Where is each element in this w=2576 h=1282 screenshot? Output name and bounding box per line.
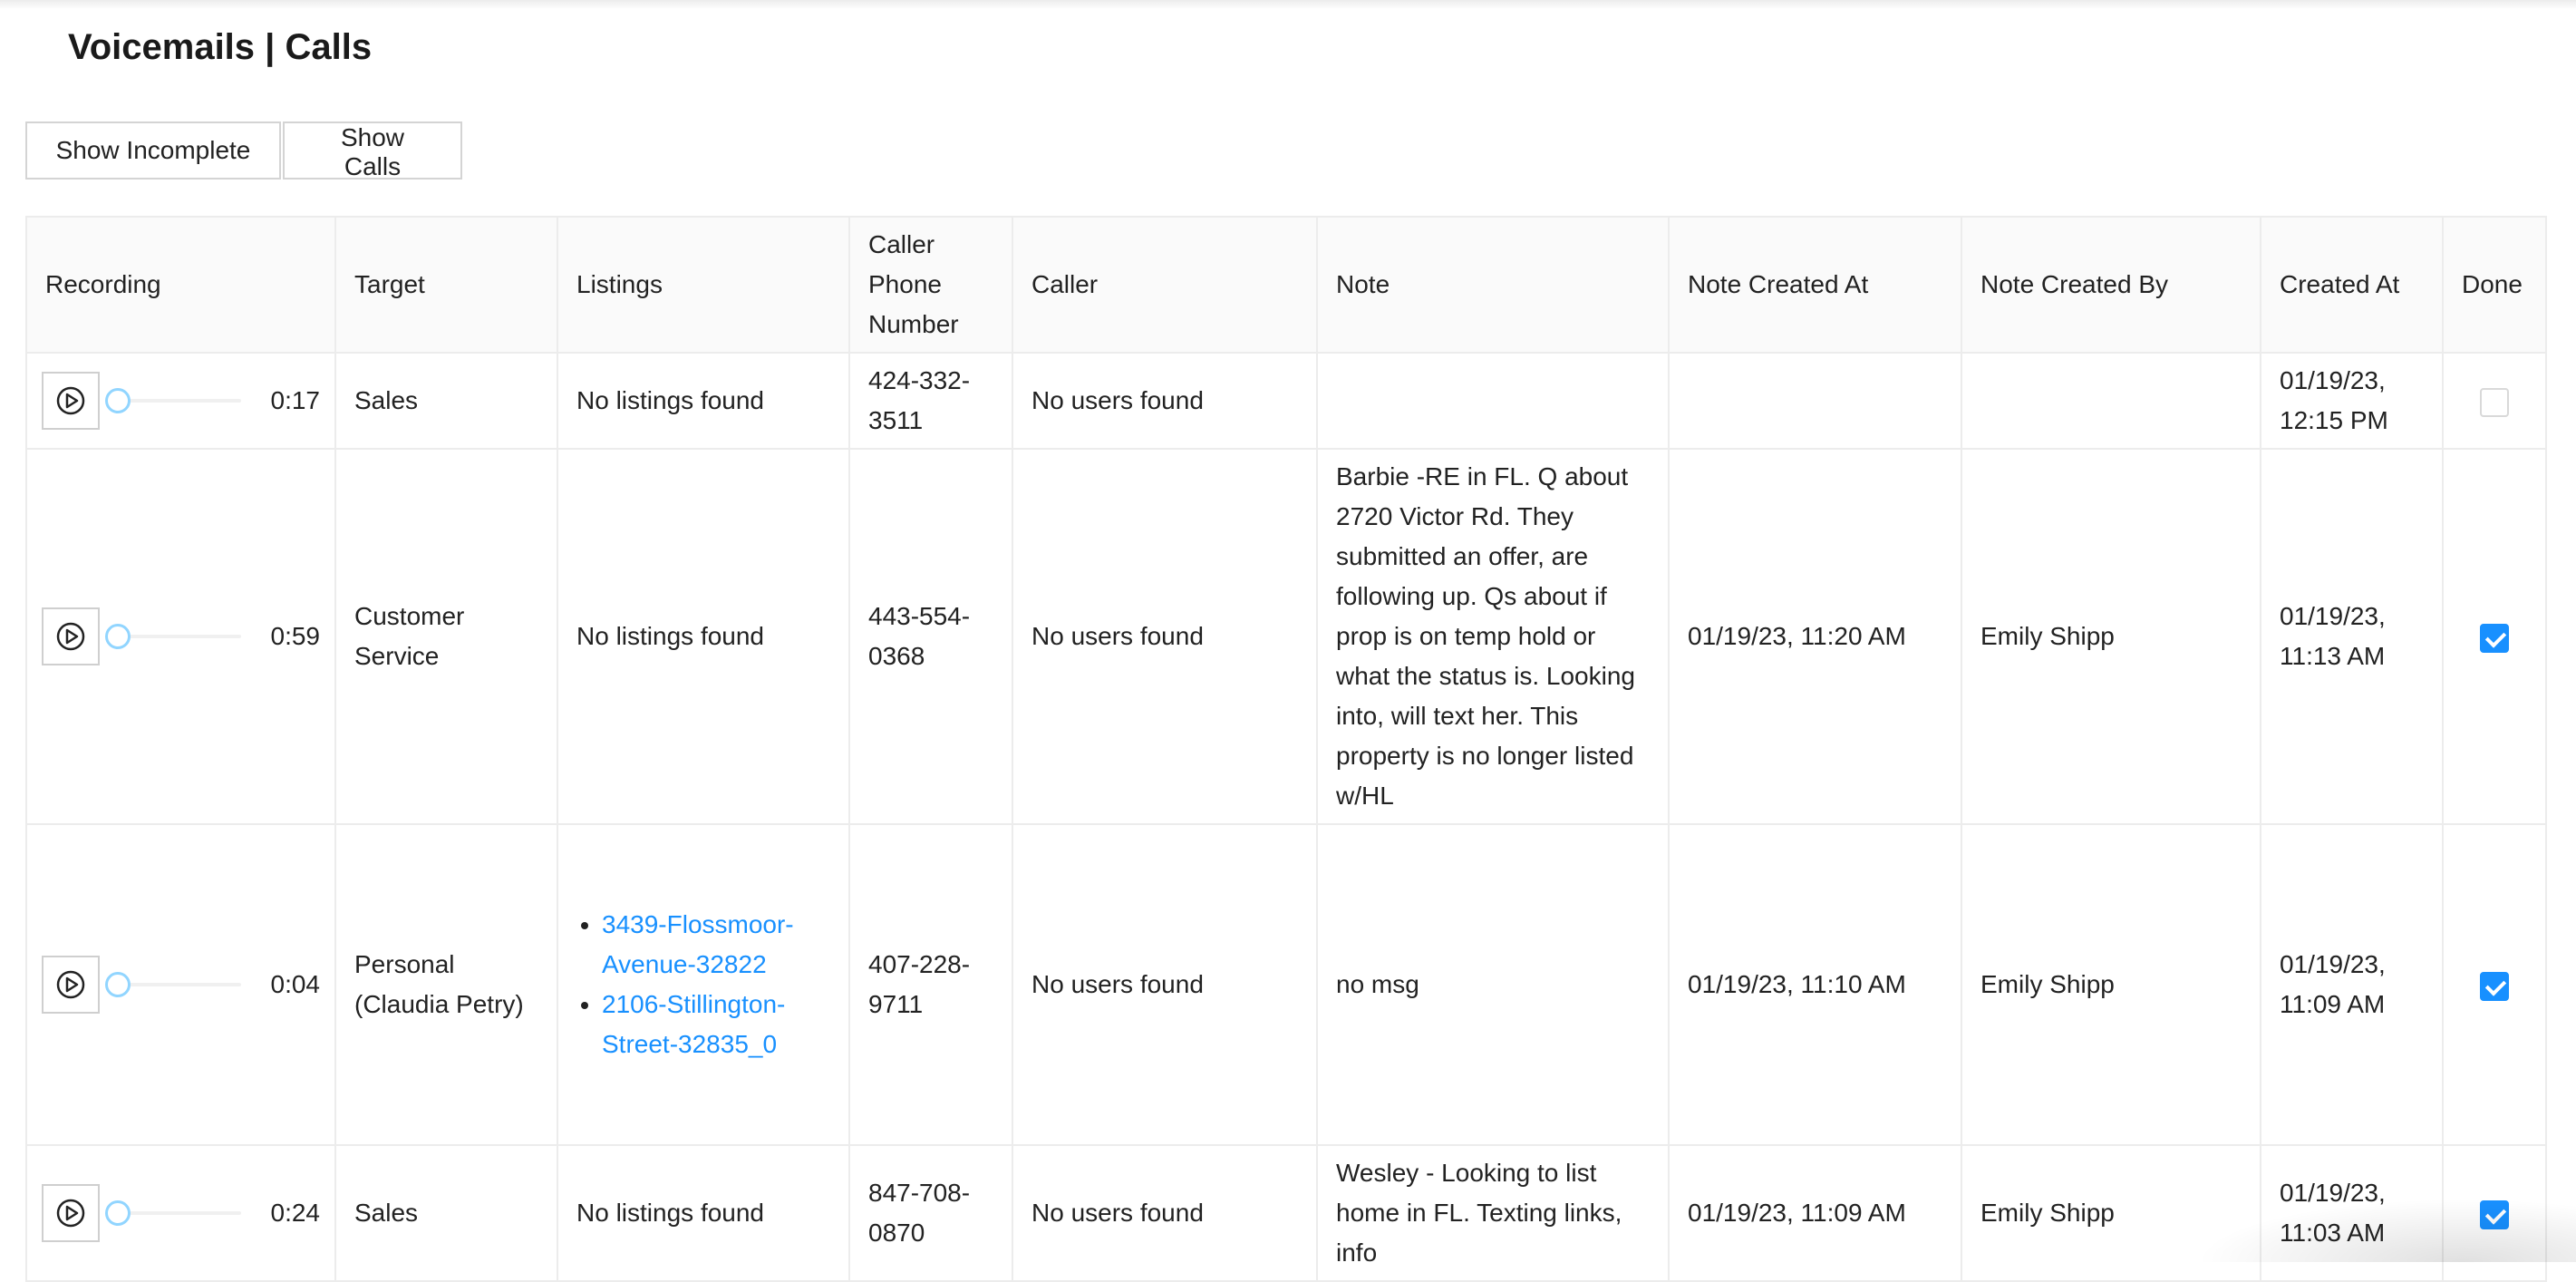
recording-duration: 0:17	[270, 386, 321, 414]
note-created-at-cell	[1668, 352, 1962, 450]
note-created-at-cell: 01/19/23, 11:10 AM	[1668, 823, 1962, 1146]
table-row: 0:24 Sales No listings found 847-708-087…	[25, 1144, 2547, 1282]
play-button[interactable]	[42, 956, 100, 1014]
table-header: Recording Target Listings Caller Phone N…	[25, 216, 2547, 354]
audio-progress-slider[interactable]	[105, 1195, 241, 1231]
recording-cell: 0:59	[25, 448, 336, 825]
note-created-at-cell: 01/19/23, 11:09 AM	[1668, 1144, 1962, 1282]
target-cell: Sales	[334, 1144, 558, 1282]
play-circle-icon	[56, 622, 85, 651]
slider-handle[interactable]	[105, 972, 131, 997]
audio-player: 0:04	[42, 956, 320, 1014]
listing-item: 2106-Stillington-Street-32835_0	[602, 985, 830, 1064]
audio-progress-slider[interactable]	[105, 383, 241, 419]
slider-handle[interactable]	[105, 388, 131, 413]
slider-track	[118, 983, 241, 986]
show-calls-button[interactable]: Show Calls	[283, 121, 462, 180]
caller-phone-cell: 424-332-3511	[848, 352, 1013, 450]
header-note-created-at: Note Created At	[1668, 216, 1962, 354]
recording-cell: 0:17	[25, 352, 336, 450]
done-checkbox[interactable]	[2480, 623, 2509, 653]
note-created-at-cell: 01/19/23, 11:20 AM	[1668, 448, 1962, 825]
header-target: Target	[334, 216, 558, 354]
target-cell: Personal (Claudia Petry)	[334, 823, 558, 1146]
header-recording: Recording	[25, 216, 336, 354]
listing-link[interactable]: 2106-Stillington-Street-32835_0	[602, 990, 785, 1058]
audio-progress-slider[interactable]	[105, 966, 241, 1003]
done-checkbox[interactable]	[2480, 1199, 2509, 1229]
recording-cell: 0:04	[25, 823, 336, 1146]
listings-cell: No listings found	[557, 352, 850, 450]
created-at-cell: 01/19/23, 12:15 PM	[2260, 352, 2444, 450]
table-row: 0:04 Personal (Claudia Petry) 3439-Floss…	[25, 823, 2547, 1146]
done-cell	[2442, 1144, 2547, 1282]
audio-player: 0:24	[42, 1184, 320, 1242]
note-cell: no msg	[1316, 823, 1670, 1146]
done-cell	[2442, 352, 2547, 450]
caller-phone-cell: 407-228-9711	[848, 823, 1013, 1146]
slider-track	[118, 635, 241, 638]
note-cell	[1316, 352, 1670, 450]
caller-cell: No users found	[1012, 823, 1318, 1146]
listing-item: 3439-Flossmoor-Avenue-32822	[602, 905, 830, 985]
note-created-by-cell: Emily Shipp	[1961, 448, 2261, 825]
recording-duration: 0:24	[270, 1199, 321, 1227]
header-done: Done	[2442, 216, 2547, 354]
table-row: 0:17 Sales No listings found 424-332-351…	[25, 352, 2547, 450]
recording-duration: 0:59	[270, 622, 321, 650]
filter-bar: Show Incomplete Show Calls	[25, 121, 464, 180]
play-button[interactable]	[42, 372, 100, 430]
note-created-by-cell: Emily Shipp	[1961, 1144, 2261, 1282]
created-at-cell: 01/19/23, 11:09 AM	[2260, 823, 2444, 1146]
listing-link[interactable]: 3439-Flossmoor-Avenue-32822	[602, 910, 794, 978]
caller-phone-cell: 443-554-0368	[848, 448, 1013, 825]
created-at-cell: 01/19/23, 11:03 AM	[2260, 1144, 2444, 1282]
show-incomplete-button[interactable]: Show Incomplete	[25, 121, 281, 180]
play-button[interactable]	[42, 607, 100, 665]
target-cell: Customer Service	[334, 448, 558, 825]
audio-player: 0:17	[42, 372, 320, 430]
audio-player: 0:59	[42, 607, 320, 665]
done-cell	[2442, 823, 2547, 1146]
caller-cell: No users found	[1012, 448, 1318, 825]
table-row: 0:59 Customer Service No listings found …	[25, 448, 2547, 825]
voicemails-table: Recording Target Listings Caller Phone N…	[25, 216, 2547, 1282]
target-cell: Sales	[334, 352, 558, 450]
header-note-created-by: Note Created By	[1961, 216, 2261, 354]
table-body: 0:17 Sales No listings found 424-332-351…	[25, 352, 2547, 1282]
play-circle-icon	[56, 386, 85, 415]
listings-cell: No listings found	[557, 448, 850, 825]
header-note: Note	[1316, 216, 1670, 354]
done-checkbox[interactable]	[2480, 387, 2509, 417]
caller-phone-cell: 847-708-0870	[848, 1144, 1013, 1282]
page-title: Voicemails | Calls	[68, 27, 373, 67]
created-at-cell: 01/19/23, 11:13 AM	[2260, 448, 2444, 825]
caller-cell: No users found	[1012, 1144, 1318, 1282]
audio-progress-slider[interactable]	[105, 618, 241, 655]
play-circle-icon	[56, 970, 85, 999]
slider-handle[interactable]	[105, 624, 131, 649]
top-bar-shadow	[0, 0, 2576, 9]
note-cell: Wesley - Looking to list home in FL. Tex…	[1316, 1144, 1670, 1282]
header-created-at: Created At	[2260, 216, 2444, 354]
note-created-by-cell	[1961, 352, 2261, 450]
slider-track	[118, 1211, 241, 1215]
done-checkbox[interactable]	[2480, 971, 2509, 1001]
slider-handle[interactable]	[105, 1200, 131, 1226]
play-button[interactable]	[42, 1184, 100, 1242]
header-listings: Listings	[557, 216, 850, 354]
caller-cell: No users found	[1012, 352, 1318, 450]
recording-cell: 0:24	[25, 1144, 336, 1282]
listings-cell: 3439-Flossmoor-Avenue-32822 2106-Stillin…	[557, 823, 850, 1146]
recording-duration: 0:04	[270, 970, 321, 998]
note-cell: Barbie -RE in FL. Q about 2720 Victor Rd…	[1316, 448, 1670, 825]
header-caller: Caller	[1012, 216, 1318, 354]
note-created-by-cell: Emily Shipp	[1961, 823, 2261, 1146]
play-circle-icon	[56, 1199, 85, 1228]
listing-links: 3439-Flossmoor-Avenue-32822 2106-Stillin…	[576, 905, 830, 1064]
done-cell	[2442, 448, 2547, 825]
slider-track	[118, 399, 241, 403]
listings-cell: No listings found	[557, 1144, 850, 1282]
header-caller-phone: Caller Phone Number	[848, 216, 1013, 354]
